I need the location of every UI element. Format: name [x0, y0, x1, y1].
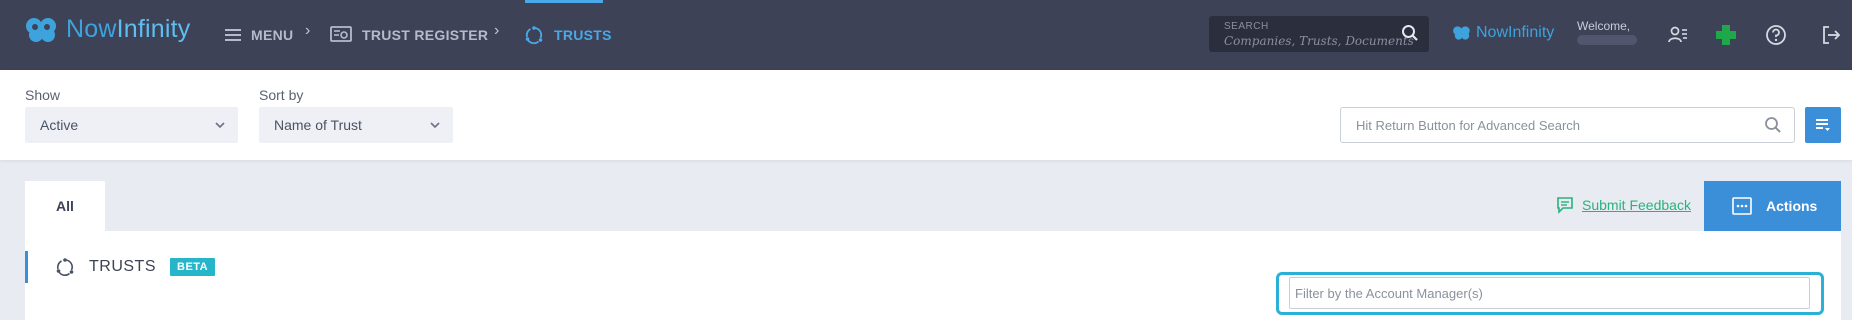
- breadcrumb-separator: ›: [494, 22, 500, 39]
- hamburger-icon: [225, 28, 241, 42]
- menu-label: MENU: [251, 27, 294, 43]
- user-list-icon[interactable]: [1665, 22, 1691, 48]
- account-manager-placeholder: Filter by the Account Manager(s): [1295, 286, 1483, 301]
- sort-select[interactable]: Name of Trust: [259, 107, 453, 143]
- chevron-down-icon: [214, 118, 226, 134]
- actions-label: Actions: [1766, 198, 1818, 214]
- section-accent-bar: [25, 251, 28, 283]
- section-header: TRUSTS BETA: [55, 257, 216, 277]
- logo-mark-icon: [24, 16, 60, 44]
- advanced-search-button[interactable]: [1805, 107, 1841, 143]
- search-icon[interactable]: [1401, 24, 1419, 47]
- logo-mark-icon: [1453, 26, 1470, 40]
- list-filter-icon: [1816, 119, 1830, 131]
- sort-value: Name of Trust: [274, 117, 362, 133]
- trust-register-label: TRUST REGISTER: [362, 27, 489, 43]
- certificate-icon: [330, 26, 352, 44]
- show-label: Show: [25, 87, 61, 103]
- account-manager-filter-input[interactable]: Filter by the Account Manager(s): [1289, 277, 1810, 309]
- brand-logo-small: NowInfinity: [1452, 24, 1554, 42]
- active-tab-indicator: [525, 0, 603, 3]
- breadcrumb-separator: ›: [305, 22, 311, 39]
- actions-button[interactable]: Actions: [1704, 181, 1841, 231]
- trusts-label: TRUSTS: [554, 27, 612, 43]
- sort-label: Sort by: [259, 87, 304, 103]
- advanced-search-input[interactable]: Hit Return Button for Advanced Search: [1340, 107, 1795, 143]
- advanced-search-placeholder: Hit Return Button for Advanced Search: [1356, 118, 1581, 133]
- submit-feedback-label: Submit Feedback: [1582, 197, 1691, 213]
- tab-all[interactable]: All: [25, 181, 105, 231]
- section-title: TRUSTS: [89, 258, 156, 275]
- search-label: SEARCH: [1224, 21, 1269, 32]
- welcome-text: Welcome,: [1577, 19, 1631, 33]
- logout-icon[interactable]: [1818, 22, 1844, 48]
- menu-button[interactable]: MENU: [225, 22, 293, 48]
- plus-icon[interactable]: [1713, 22, 1739, 48]
- feedback-icon: [1557, 197, 1573, 214]
- breadcrumb-trusts[interactable]: TRUSTS: [524, 22, 612, 48]
- logo-text: NowInfinity: [66, 15, 191, 43]
- beta-badge: BETA: [170, 258, 216, 276]
- show-value: Active: [40, 117, 79, 133]
- trust-cycle-icon: [56, 258, 74, 276]
- chevron-down-icon: [429, 118, 441, 134]
- user-name-redacted: [1577, 35, 1637, 45]
- show-select[interactable]: Active: [25, 107, 238, 143]
- brand-text: NowInfinity: [1476, 24, 1555, 41]
- global-search[interactable]: SEARCH Companies, Trusts, Documents: [1209, 16, 1429, 52]
- more-options-icon: [1732, 197, 1752, 215]
- trust-cycle-icon: [524, 25, 544, 45]
- submit-feedback-link[interactable]: Submit Feedback: [1556, 196, 1691, 214]
- help-icon[interactable]: [1763, 22, 1789, 48]
- breadcrumb-trust-register[interactable]: TRUST REGISTER: [330, 22, 488, 48]
- app-logo[interactable]: NowInfinity: [24, 15, 190, 44]
- search-icon[interactable]: [1764, 116, 1782, 139]
- search-placeholder: Companies, Trusts, Documents: [1224, 34, 1414, 48]
